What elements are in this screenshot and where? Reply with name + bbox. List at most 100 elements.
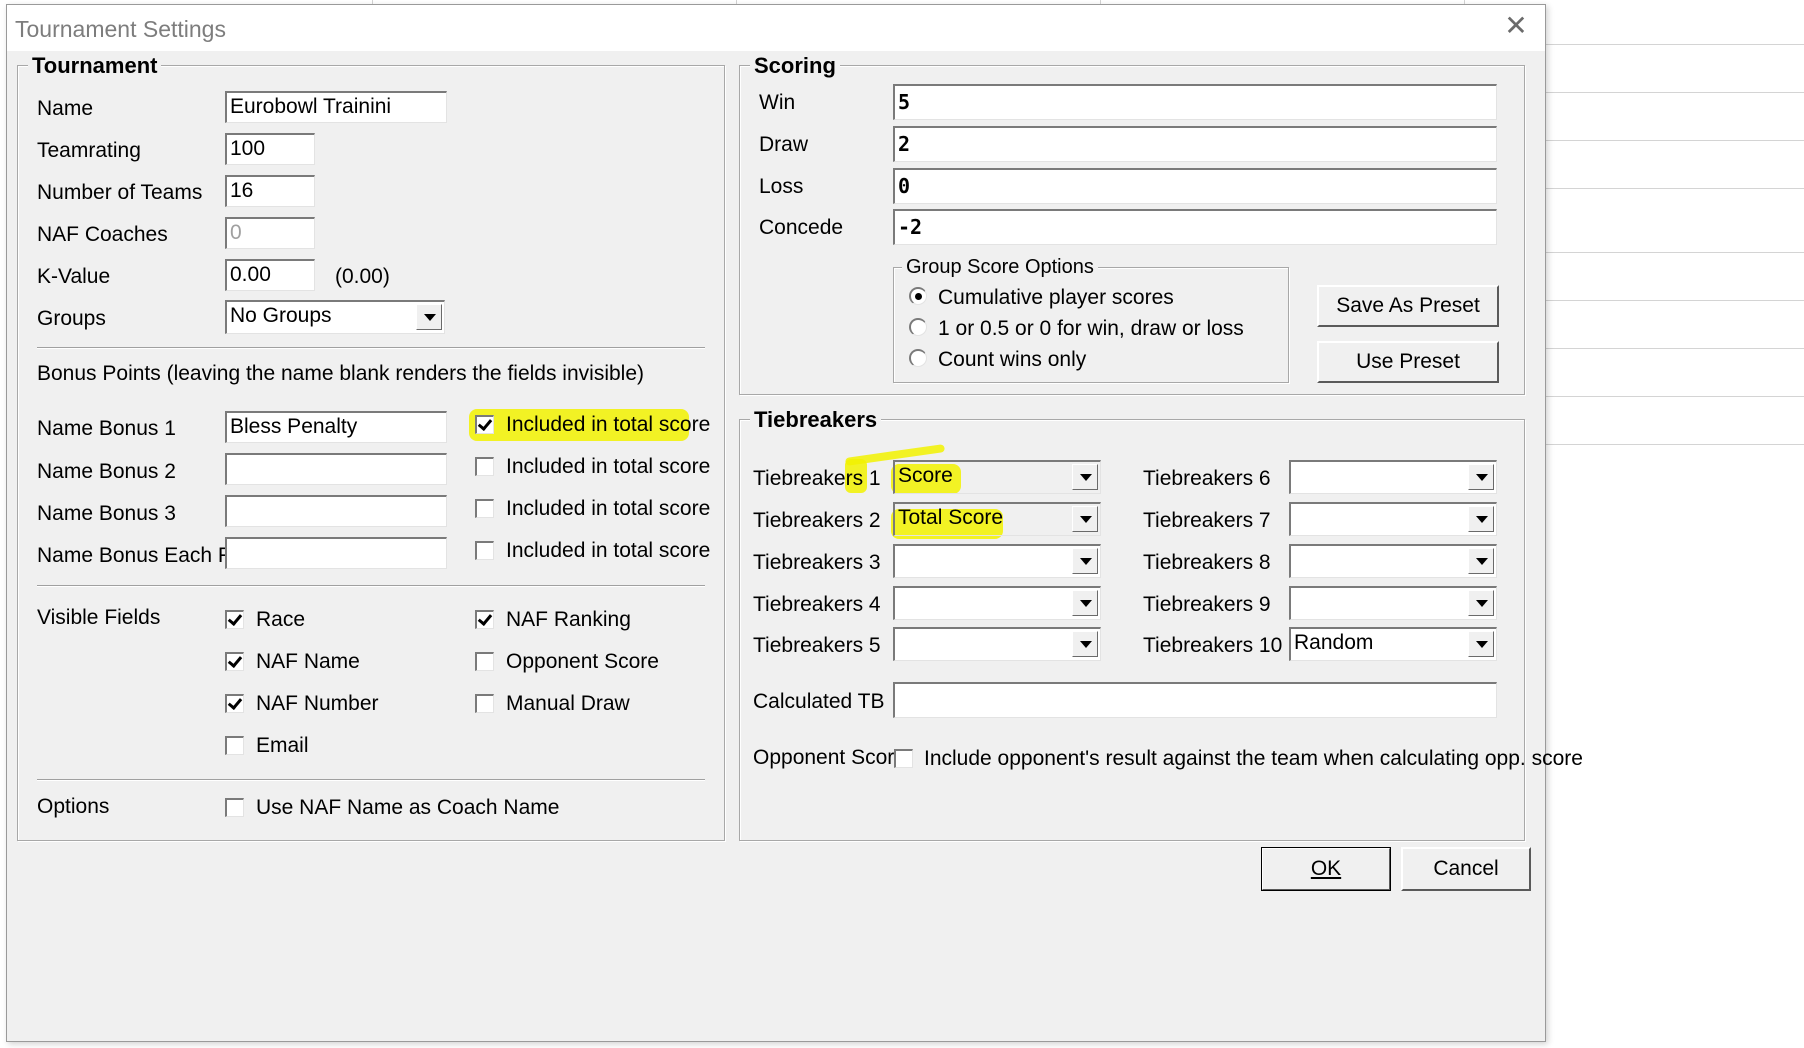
kvalue-field[interactable]: 0.00 (225, 259, 315, 291)
bonus-1-included-checkbox[interactable] (475, 415, 494, 434)
cancel-button[interactable]: Cancel (1401, 847, 1531, 891)
draw-field[interactable]: 2 (893, 126, 1497, 162)
tiebreaker-2-dropdown[interactable]: Total Score (893, 502, 1101, 536)
tiebreaker-10-label: Tiebreakers 10 (1143, 634, 1283, 657)
bonus-3-label: Name Bonus 3 (37, 502, 176, 525)
bonus-each-round-included-checkbox[interactable] (475, 541, 494, 560)
use-naf-name-checkbox[interactable] (225, 798, 244, 817)
loss-field[interactable]: 0 (893, 168, 1497, 204)
chevron-down-icon[interactable] (1072, 464, 1098, 490)
manual-draw-checkbox[interactable] (475, 694, 494, 713)
ok-button[interactable]: OK (1261, 847, 1391, 891)
chevron-down-icon[interactable] (1468, 506, 1494, 532)
chevron-down-icon[interactable] (1468, 548, 1494, 574)
grid-line (1544, 92, 1804, 93)
name-label: Name (37, 97, 94, 120)
chevron-down-icon[interactable] (1072, 548, 1098, 574)
window-title: Tournament Settings (15, 16, 226, 42)
tiebreaker-7-label: Tiebreakers 7 (1143, 509, 1271, 532)
naf-number-checkbox[interactable] (225, 694, 244, 713)
bonus-2-field[interactable] (225, 453, 447, 485)
tiebreaker-9-dropdown[interactable] (1289, 586, 1497, 620)
email-checkbox[interactable] (225, 736, 244, 755)
groups-label: Groups (37, 307, 106, 330)
win-label: Win (759, 91, 796, 114)
chevron-down-icon[interactable] (1072, 590, 1098, 616)
chevron-down-icon[interactable] (1468, 464, 1494, 490)
tiebreaker-6-dropdown[interactable] (1289, 460, 1497, 494)
opponent-score-checkbox-tb[interactable] (894, 749, 913, 768)
concede-field[interactable]: -2 (893, 209, 1497, 245)
win-field[interactable]: 5 (893, 84, 1497, 120)
grid-line (1544, 252, 1804, 253)
tiebreaker-9-label: Tiebreakers 9 (1143, 593, 1271, 616)
grid-line (1544, 348, 1804, 349)
tiebreaker-8-dropdown[interactable] (1289, 544, 1497, 578)
tournament-settings-dialog: Tournament Settings ✕ Tournament Name Eu… (6, 4, 1583, 1042)
tiebreaker-1-dropdown[interactable]: Score (893, 460, 1101, 494)
grid-line (1544, 44, 1804, 45)
tiebreaker-7-dropdown[interactable] (1289, 502, 1497, 536)
win-draw-loss-radio[interactable] (909, 318, 927, 336)
grid-line (1544, 396, 1804, 397)
bonus-each-round-field[interactable] (225, 537, 447, 569)
divider (37, 779, 705, 781)
bonus-1-field[interactable]: Bless Penalty (225, 411, 447, 443)
chevron-down-icon[interactable] (1468, 631, 1494, 657)
tiebreaker-4-label: Tiebreakers 4 (753, 593, 881, 616)
race-label: Race (256, 608, 306, 631)
bonus-1-label: Name Bonus 1 (37, 417, 176, 440)
num-teams-field[interactable]: 16 (225, 175, 315, 207)
chevron-down-icon[interactable] (1072, 506, 1098, 532)
tiebreaker-3-dropdown[interactable] (893, 544, 1101, 578)
cumulative-radio[interactable] (909, 287, 927, 305)
teamrating-label: Teamrating (37, 139, 141, 162)
naf-name-label: NAF Name (256, 650, 360, 673)
visible-fields-label: Visible Fields (37, 606, 161, 629)
bonus-header: Bonus Points (leaving the name blank ren… (37, 362, 645, 385)
teamrating-field[interactable]: 100 (225, 133, 315, 165)
naf-ranking-label: NAF Ranking (506, 608, 631, 631)
race-checkbox[interactable] (225, 610, 244, 629)
bonus-3-included-checkbox[interactable] (475, 499, 494, 518)
count-wins-label: Count wins only (938, 348, 1087, 371)
bonus-each-round-label: Name Bonus Each Ro (37, 544, 225, 567)
tiebreaker-2-value: Total Score (898, 506, 1004, 529)
kvalue-note: (0.00) (335, 265, 390, 288)
calculated-tb-field[interactable] (893, 682, 1497, 718)
naf-name-checkbox[interactable] (225, 652, 244, 671)
use-preset-button[interactable]: Use Preset (1317, 341, 1499, 383)
tiebreaker-5-dropdown[interactable] (893, 627, 1101, 661)
bonus-2-included-checkbox[interactable] (475, 457, 494, 476)
opponent-score-description: Include opponent's result against the te… (924, 747, 1583, 770)
naf-ranking-checkbox[interactable] (475, 610, 494, 629)
chevron-down-icon[interactable] (416, 304, 442, 330)
win-draw-loss-label: 1 or 0.5 or 0 for win, draw or loss (938, 317, 1244, 340)
naf-coaches-label: NAF Coaches (37, 223, 168, 246)
cumulative-label: Cumulative player scores (938, 286, 1174, 309)
loss-label: Loss (759, 175, 804, 198)
grid-line (1544, 140, 1804, 141)
tiebreaker-6-label: Tiebreakers 6 (1143, 467, 1271, 490)
chevron-down-icon[interactable] (1468, 590, 1494, 616)
group-score-options-legend: Group Score Options (902, 256, 1098, 279)
bonus-3-field[interactable] (225, 495, 447, 527)
count-wins-radio[interactable] (909, 349, 927, 367)
kvalue-label: K-Value (37, 265, 111, 288)
bonus-each-round-included-label: Included in total score (506, 539, 711, 562)
naf-number-label: NAF Number (256, 692, 379, 715)
save-preset-label: Save As Preset (1336, 294, 1480, 317)
name-field[interactable]: Eurobowl Trainini (225, 91, 447, 123)
groups-dropdown[interactable]: No Groups (225, 300, 445, 334)
opponent-score-checkbox[interactable] (475, 652, 494, 671)
bonus-3-included-label: Included in total score (506, 497, 711, 520)
tiebreaker-4-dropdown[interactable] (893, 586, 1101, 620)
tiebreaker-10-dropdown[interactable]: Random (1289, 627, 1497, 661)
ok-label: OK (1310, 857, 1342, 880)
close-icon[interactable]: ✕ (1501, 11, 1531, 41)
tiebreaker-1-label: Tiebreakers 1 (753, 467, 881, 490)
grid-line (1544, 300, 1804, 301)
tiebreaker-8-label: Tiebreakers 8 (1143, 551, 1271, 574)
chevron-down-icon[interactable] (1072, 631, 1098, 657)
save-preset-button[interactable]: Save As Preset (1317, 285, 1499, 327)
